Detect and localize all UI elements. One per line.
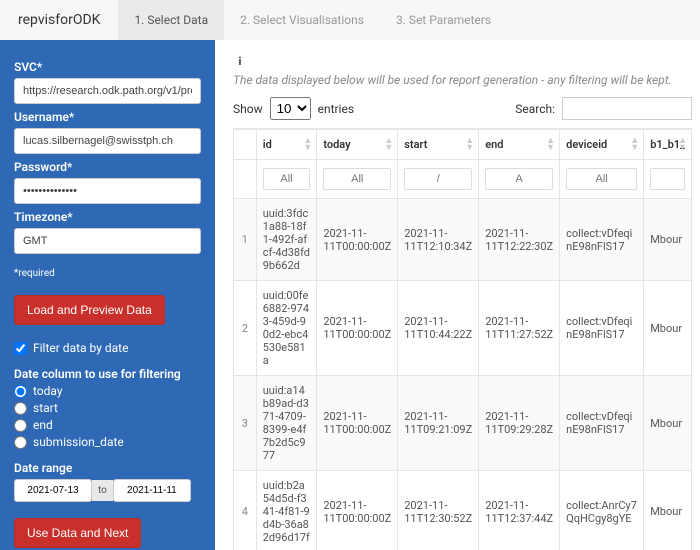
table-row: 3uuid:a14b89ad-d371-4709-8399-e4f7b2d5c9… [234,376,692,471]
filter-by-date-checkbox[interactable] [14,342,27,355]
brand: repvisforODK [0,12,118,28]
cell: 2021-11-11T00:00:00Z [317,281,398,376]
cell: uuid:b2a54d5d-f341-4f81-9d4b-36a82d96d17… [256,471,317,550]
cell: collect:AnrCy7QqHCgy8gYE [560,471,644,550]
sidebar: SVC* Username* Password* Timezone* *requ… [0,40,215,550]
use-data-next-button[interactable]: Use Data and Next [14,518,141,548]
col-header-index[interactable] [234,130,257,160]
cell: Mbour [644,199,692,281]
filter-input-start[interactable] [404,168,472,190]
page-size-select[interactable]: 10 [270,97,311,120]
datecol-option-label: today [33,384,63,398]
username-input[interactable] [14,128,201,154]
username-label: Username* [14,110,201,124]
date-to-word: to [92,480,113,501]
datecol-option-label: submission_date [33,435,124,449]
datecol-option-label: start [33,401,58,415]
search-label: Search: [515,102,555,116]
datecol-option-label: end [33,418,53,432]
cell: uuid:3fdc1a88-18f1-492f-afcf-4d38fd9b662… [256,199,317,281]
step-3[interactable]: 3. Set Parameters [380,0,507,40]
password-input[interactable] [14,178,201,204]
required-note: *required [14,268,201,279]
cell: uuid:00fe6882-9743-459d-90d2-ebc4530e581… [256,281,317,376]
cell: 2 [234,281,257,376]
daterange-label: Date range [14,461,201,475]
cell: 2021-11-11T10:44:22Z [398,281,479,376]
hint-text: The data displayed below will be used fo… [233,73,692,87]
cell: 2021-11-11T12:22:30Z [479,199,560,281]
filter-input-b1_b1_[interactable] [650,168,685,190]
cell: 3 [234,376,257,471]
cell: 2021-11-11T12:30:52Z [398,471,479,550]
cell: 2021-11-11T00:00:00Z [317,199,398,281]
filter-input-deviceid[interactable] [566,168,637,190]
date-from-input[interactable] [14,479,92,502]
svc-input[interactable] [14,78,201,104]
col-header-start[interactable]: start▲▼ [398,130,479,160]
password-label: Password* [14,160,201,174]
col-header-today[interactable]: today▲▼ [317,130,398,160]
table-row: 1uuid:3fdc1a88-18f1-492f-afcf-4d38fd9b66… [234,199,692,281]
cell: 2021-11-11T12:10:34Z [398,199,479,281]
show-word: Show [233,102,263,116]
filter-input-today[interactable] [323,168,391,190]
sort-icon: ▲▼ [678,138,687,152]
step-1[interactable]: 1. Select Data [118,0,224,40]
date-to-input[interactable] [113,479,191,502]
filter-by-date-label: Filter data by date [33,341,128,355]
cell: uuid:a14b89ad-d371-4709-8399-e4f7b2d5c97… [256,376,317,471]
cell: 2021-11-11T12:37:44Z [479,471,560,550]
cell: 2021-11-11T09:29:28Z [479,376,560,471]
cell: 2021-11-11T11:27:52Z [479,281,560,376]
entries-word: entries [318,102,354,116]
svc-label: SVC* [14,60,201,74]
datecol-radio-end[interactable] [14,419,27,432]
timezone-label: Timezone* [14,210,201,224]
col-header-end[interactable]: end▲▼ [479,130,560,160]
col-header-b1_b1_[interactable]: b1_b1_▲▼ [644,130,692,160]
sort-icon: ▲▼ [546,138,555,152]
cell: 4 [234,471,257,550]
sort-icon: ▲▼ [465,138,474,152]
filter-input-id[interactable] [263,168,311,190]
table-row: 2uuid:00fe6882-9743-459d-90d2-ebc4530e58… [234,281,692,376]
table-row: 4uuid:b2a54d5d-f341-4f81-9d4b-36a82d96d1… [234,471,692,550]
filter-input-end[interactable] [485,168,553,190]
info-icon: i [233,55,247,69]
cell: Mbour [644,471,692,550]
datecol-label: Date column to use for filtering [14,367,201,381]
datecol-radio-submission_date[interactable] [14,436,27,449]
cell: Mbour [644,281,692,376]
search-input[interactable] [562,97,692,120]
load-preview-button[interactable]: Load and Preview Data [14,295,165,325]
cell: 2021-11-11T09:21:09Z [398,376,479,471]
sort-icon: ▲▼ [303,138,312,152]
data-table: id▲▼today▲▼start▲▼end▲▼deviceid▲▼b1_b1_▲… [233,129,692,550]
topbar: repvisforODK 1. Select Data2. Select Vis… [0,0,700,40]
cell: 1 [234,199,257,281]
cell: 2021-11-11T00:00:00Z [317,376,398,471]
cell: collect:vDfeqinE98nFlS17 [560,199,644,281]
col-header-id[interactable]: id▲▼ [256,130,317,160]
cell: collect:vDfeqinE98nFlS17 [560,281,644,376]
cell: Mbour [644,376,692,471]
col-header-deviceid[interactable]: deviceid▲▼ [560,130,644,160]
cell: 2021-11-11T00:00:00Z [317,471,398,550]
content: i The data displayed below will be used … [215,40,700,550]
step-2[interactable]: 2. Select Visualisations [224,0,380,40]
datecol-radio-today[interactable] [14,385,27,398]
timezone-input[interactable] [14,228,201,254]
sort-icon: ▲▼ [630,138,639,152]
datecol-radio-start[interactable] [14,402,27,415]
sort-icon: ▲▼ [384,138,393,152]
cell: collect:vDfeqinE98nFlS17 [560,376,644,471]
